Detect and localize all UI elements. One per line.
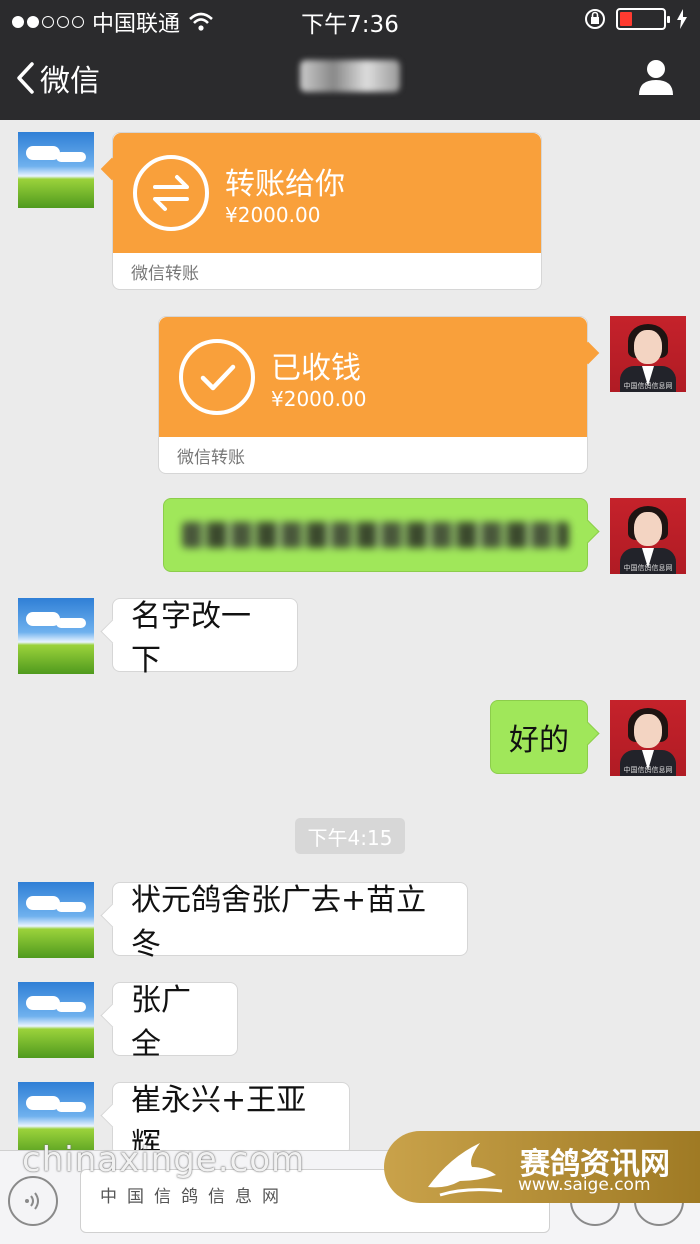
sent-message-bubble[interactable]: 好的 xyxy=(490,700,588,774)
watermark-url: www.saige.com xyxy=(518,1175,651,1195)
message-text: 名字改一下 xyxy=(131,599,251,678)
obscured-contact-name xyxy=(300,60,400,92)
transfer-arrows-icon xyxy=(133,155,209,231)
sent-message-bubble[interactable] xyxy=(163,498,588,572)
self-avatar[interactable]: 中国信鸽信息网 xyxy=(610,498,686,574)
battery-icon xyxy=(616,8,670,30)
transfer-footer: 微信转账 xyxy=(177,448,245,468)
transfer-title: 已收钱 xyxy=(271,351,361,386)
received-message-bubble[interactable]: 名字改一下 xyxy=(112,598,298,678)
avatar-caption: 中国信鸽信息网 xyxy=(623,766,673,774)
watermark-site-en: chinaxinge.com xyxy=(22,1140,306,1180)
message-text: 好的 xyxy=(509,723,569,758)
charging-bolt-icon xyxy=(677,9,687,29)
self-avatar[interactable]: 中国信鸽信息网 xyxy=(610,316,686,392)
timestamp: 下午4:15 xyxy=(295,818,405,854)
contact-avatar[interactable] xyxy=(18,882,94,958)
person-icon xyxy=(639,60,673,95)
message-text: 张广全 xyxy=(131,983,191,1062)
nav-bar: 微信 xyxy=(0,38,700,120)
self-avatar[interactable]: 中国信鸽信息网 xyxy=(610,700,686,776)
transfer-amount: ¥2000.00 xyxy=(271,387,367,411)
watermark-site-cn: 中国信鸽信息网 xyxy=(100,1187,289,1207)
contact-avatar[interactable] xyxy=(18,982,94,1058)
transfer-card[interactable]: 已收钱 ¥2000.00 微信转账 xyxy=(158,316,588,474)
transfer-card[interactable]: 转账给你 ¥2000.00 微信转账 xyxy=(112,132,542,290)
orientation-lock-icon xyxy=(585,9,605,29)
chat-title xyxy=(0,60,700,100)
watermark-chinaxinge: chinaxinge.com 中国信鸽信息网 xyxy=(22,1140,305,1207)
avatar-caption: 中国信鸽信息网 xyxy=(623,382,673,390)
checkmark-icon xyxy=(179,339,255,415)
watermark-saige: 赛鸽资讯网 www.saige.com xyxy=(384,1131,700,1203)
contact-avatar[interactable] xyxy=(18,598,94,674)
contact-avatar[interactable] xyxy=(18,132,94,208)
pigeon-logo-icon xyxy=(428,1143,503,1197)
transfer-footer: 微信转账 xyxy=(131,264,199,284)
chat-area[interactable]: 转账给你 ¥2000.00 微信转账 中国信鸽信息网 已收钱 ¥2000.00 … xyxy=(0,120,700,1162)
status-bar: 中国联通 下午7:36 xyxy=(0,0,700,38)
transfer-title: 转账给你 xyxy=(225,167,345,202)
received-message-bubble[interactable]: 状元鸽舍张广去+苗立冬 xyxy=(112,882,468,962)
obscured-message-text xyxy=(182,522,569,548)
transfer-amount: ¥2000.00 xyxy=(225,203,321,227)
avatar-caption: 中国信鸽信息网 xyxy=(623,564,673,572)
message-text: 状元鸽舍张广去+苗立冬 xyxy=(131,883,427,962)
contact-info-button[interactable] xyxy=(638,58,674,100)
received-message-bubble[interactable]: 张广全 xyxy=(112,982,238,1062)
status-right xyxy=(584,8,688,30)
